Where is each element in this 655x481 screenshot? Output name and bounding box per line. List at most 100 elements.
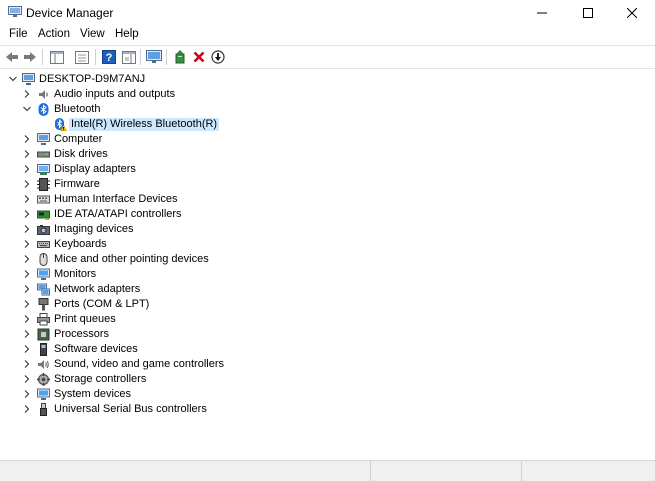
- chevron-right-icon[interactable]: [22, 239, 32, 249]
- tree-item-system-devices[interactable]: System devices: [0, 387, 655, 402]
- chevron-right-icon[interactable]: [22, 224, 32, 234]
- device-manager-app-icon: [8, 6, 22, 17]
- tree-item-label: Imaging devices: [54, 223, 134, 235]
- chevron-right-icon[interactable]: [22, 359, 32, 369]
- maximize-button[interactable]: [565, 0, 611, 26]
- chevron-right-icon[interactable]: [22, 344, 32, 354]
- forward-button[interactable]: [21, 48, 39, 66]
- tree-item-ide-controllers[interactable]: IDE ATA/ATAPI controllers: [0, 207, 655, 222]
- tree-item-label: System devices: [54, 388, 132, 400]
- chevron-right-icon[interactable]: [22, 404, 32, 414]
- camera-icon: [37, 225, 50, 235]
- tree-item-usb-controllers[interactable]: Universal Serial Bus controllers: [0, 402, 655, 417]
- tree-item-audio[interactable]: Audio inputs and outputs: [0, 87, 655, 102]
- tree-item-display-adapters[interactable]: Display adapters: [0, 162, 655, 177]
- tree-item-imaging[interactable]: Imaging devices: [0, 222, 655, 237]
- tree-item-label: Display adapters: [54, 163, 136, 175]
- tree-item-disk-drives[interactable]: Disk drives: [0, 147, 655, 162]
- tree-item-label: Network adapters: [54, 283, 141, 295]
- chevron-right-icon[interactable]: [22, 269, 32, 279]
- back-button[interactable]: [3, 48, 21, 66]
- chevron-right-icon[interactable]: [22, 329, 32, 339]
- tree-item-label: IDE ATA/ATAPI controllers: [54, 208, 182, 220]
- printer-icon: [37, 313, 50, 326]
- computer-icon: [37, 133, 50, 145]
- tree-item-firmware[interactable]: Firmware: [0, 177, 655, 192]
- chevron-right-icon[interactable]: [22, 254, 32, 264]
- tree-item-label: Firmware: [54, 178, 100, 190]
- chevron-right-icon[interactable]: [22, 389, 32, 399]
- chevron-right-icon[interactable]: [22, 179, 32, 189]
- computer-icon: [22, 73, 35, 85]
- tree-item-processors[interactable]: Processors: [0, 327, 655, 342]
- tree-item-keyboards[interactable]: Keyboards: [0, 237, 655, 252]
- tree-item-storage-controllers[interactable]: Storage controllers: [0, 372, 655, 387]
- red-x-icon: [193, 51, 205, 63]
- disable-device-button[interactable]: [209, 48, 227, 66]
- tree-item-label: Universal Serial Bus controllers: [54, 403, 207, 415]
- menu-file[interactable]: File: [9, 28, 28, 40]
- show-hide-console-tree-button[interactable]: [48, 48, 66, 66]
- tree-root[interactable]: DESKTOP-D9M7ANJ: [0, 72, 655, 87]
- properties-button[interactable]: [73, 48, 91, 66]
- tree-item-computer[interactable]: Computer: [0, 132, 655, 147]
- chevron-right-icon[interactable]: [22, 194, 32, 204]
- uninstall-device-button[interactable]: [190, 48, 208, 66]
- chevron-right-icon[interactable]: [22, 164, 32, 174]
- tree-item-ports[interactable]: Ports (COM & LPT): [0, 297, 655, 312]
- monitor-icon: [37, 268, 50, 280]
- chevron-right-icon[interactable]: [22, 149, 32, 159]
- port-icon: [38, 298, 49, 311]
- action-pane-icon: [122, 50, 136, 64]
- tree-item-mice[interactable]: Mice and other pointing devices: [0, 252, 655, 267]
- title-bar: Device Manager: [0, 0, 655, 26]
- minimize-button[interactable]: [519, 0, 565, 26]
- console-tree-icon: [50, 50, 64, 64]
- tree-item-label: Processors: [54, 328, 110, 340]
- tree-item-software-devices[interactable]: Software devices: [0, 342, 655, 357]
- tree-child-intel-bluetooth[interactable]: Intel(R) Wireless Bluetooth(R): [0, 117, 655, 132]
- menu-action[interactable]: Action: [38, 28, 70, 40]
- mouse-icon: [39, 253, 48, 266]
- forward-arrow-icon: [24, 52, 36, 62]
- tree-item-network-adapters[interactable]: Network adapters: [0, 282, 655, 297]
- properties-icon: [75, 50, 89, 64]
- disk-drive-icon: [37, 151, 50, 158]
- system-device-icon: [37, 388, 50, 400]
- chevron-down-icon[interactable]: [22, 104, 32, 114]
- firmware-icon: [37, 178, 50, 191]
- chevron-right-icon[interactable]: [22, 134, 32, 144]
- svg-text:?: ?: [106, 52, 113, 64]
- close-button[interactable]: [609, 0, 655, 26]
- scan-hardware-changes-button[interactable]: [145, 48, 163, 66]
- action-pane-button[interactable]: [120, 48, 138, 66]
- menu-view[interactable]: View: [80, 28, 105, 40]
- tree-item-monitors[interactable]: Monitors: [0, 267, 655, 282]
- tree-item-sound-video-game[interactable]: Sound, video and game controllers: [0, 357, 655, 372]
- down-arrow-circle-icon: [211, 50, 225, 64]
- tree-item-label: Ports (COM & LPT): [54, 298, 150, 310]
- chevron-right-icon[interactable]: [22, 209, 32, 219]
- tree-item-hid[interactable]: Human Interface Devices: [0, 192, 655, 207]
- chevron-right-icon[interactable]: [22, 374, 32, 384]
- tree-item-label: Sound, video and game controllers: [54, 358, 224, 370]
- keyboard-icon: [37, 241, 50, 248]
- bluetooth-icon: [38, 103, 49, 116]
- chevron-right-icon[interactable]: [22, 314, 32, 324]
- chevron-right-icon[interactable]: [22, 284, 32, 294]
- chevron-down-icon[interactable]: [8, 74, 18, 84]
- status-cell: [371, 461, 522, 481]
- tree-item-print-queues[interactable]: Print queues: [0, 312, 655, 327]
- window-title: Device Manager: [26, 6, 114, 20]
- chevron-right-icon[interactable]: [22, 299, 32, 309]
- tree-item-bluetooth[interactable]: Bluetooth: [0, 102, 655, 117]
- toolbar: ?: [0, 45, 655, 69]
- tree-item-label: Mice and other pointing devices: [54, 253, 209, 265]
- update-driver-button[interactable]: [171, 48, 189, 66]
- storage-controller-icon: [37, 373, 50, 386]
- chevron-right-icon[interactable]: [22, 89, 32, 99]
- help-button[interactable]: ?: [100, 48, 118, 66]
- menu-help[interactable]: Help: [115, 28, 139, 40]
- tree-item-label: Print queues: [54, 313, 116, 325]
- usb-icon: [40, 403, 47, 416]
